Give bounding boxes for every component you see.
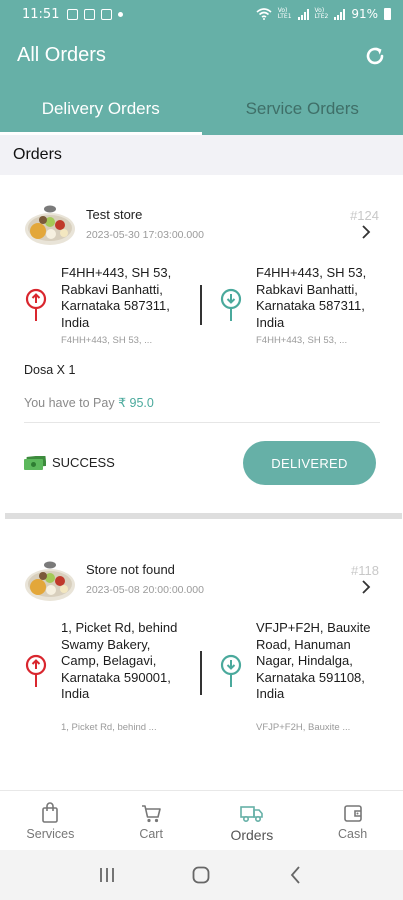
status-text: SUCCESS — [52, 455, 115, 470]
bottom-nav: Services Cart Orders Cash — [0, 790, 403, 850]
order-id: #124 — [350, 208, 379, 223]
drop-pin-icon — [220, 288, 242, 321]
nav-services-label: Services — [26, 827, 75, 841]
section-header: Orders — [0, 135, 403, 175]
nav-cash-label: Cash — [338, 827, 368, 841]
gallery-icon — [67, 8, 79, 20]
divider — [24, 422, 380, 423]
nav-services[interactable]: Services — [0, 791, 101, 850]
order-card[interactable]: Store not found 2023-05-08 20:00:00.000 … — [0, 527, 403, 790]
order-card[interactable]: Test store 2023-05-30 17:03:00.000 #124 … — [0, 175, 403, 513]
notification-dot-icon — [118, 11, 124, 17]
store-food-image-icon — [25, 561, 75, 601]
cart-icon — [142, 805, 161, 823]
signal1-icon — [297, 8, 309, 20]
drop-address-sub: VFJP+F2H, Bauxite ... — [256, 722, 351, 733]
system-nav-bar — [0, 850, 403, 900]
store-name: Test store — [86, 207, 143, 222]
lte1-icon: Vo) LTE1 — [277, 7, 292, 20]
home-icon[interactable] — [190, 864, 212, 886]
shopping-bag-icon — [42, 802, 59, 823]
drop-address-sub: F4HH+443, SH 53, ... — [256, 335, 348, 346]
chevron-right-icon[interactable] — [359, 225, 373, 239]
chevron-right-icon[interactable] — [359, 580, 373, 594]
nav-cart[interactable]: Cart — [101, 791, 202, 850]
drop-address: F4HH+443, SH 53, Rabkavi Banhatti, Karna… — [256, 265, 367, 330]
nav-cart-label: Cart — [139, 827, 163, 841]
store-name: Store not found — [86, 562, 175, 577]
order-tabs: Delivery Orders Service Orders — [0, 88, 403, 135]
mail-icon — [84, 8, 96, 20]
status-time: 11:51 — [22, 6, 60, 22]
pickup-address-sub: F4HH+443, SH 53, ... — [61, 335, 153, 346]
pickup-address: F4HH+443, SH 53, Rabkavi Banhatti, Karna… — [61, 265, 172, 330]
payment-line: You have to Pay ₹ 95.0 — [24, 395, 154, 410]
card-separator — [5, 513, 402, 519]
app-bar: All Orders Delivery Orders Service Order… — [0, 28, 403, 135]
lte2-icon: Vo) LTE2 — [314, 7, 329, 20]
message-icon — [101, 8, 113, 20]
nav-cash[interactable]: Cash — [302, 791, 403, 850]
wifi-icon — [256, 8, 272, 20]
truck-icon — [240, 806, 263, 823]
orders-list[interactable]: Test store 2023-05-30 17:03:00.000 #124 … — [0, 175, 403, 790]
tab-service-orders[interactable]: Service Orders — [202, 88, 403, 135]
refresh-icon[interactable] — [363, 44, 387, 68]
page-title: All Orders — [17, 44, 106, 66]
back-icon[interactable] — [285, 864, 307, 886]
pay-label: You have to Pay — [24, 396, 115, 410]
recent-apps-icon[interactable] — [96, 864, 118, 886]
section-title: Orders — [13, 146, 62, 163]
pickup-pin-icon — [25, 288, 47, 321]
order-time: 2023-05-08 20:00:00.000 — [86, 584, 204, 596]
order-id: #118 — [351, 563, 379, 578]
order-items: Dosa X 1 — [24, 363, 76, 377]
pickup-address-sub: 1, Picket Rd, behind ... — [61, 722, 157, 733]
tab-delivery-orders[interactable]: Delivery Orders — [0, 88, 202, 135]
delivered-button[interactable]: DELIVERED — [243, 441, 376, 485]
store-food-image-icon — [25, 205, 75, 245]
signal2-icon — [334, 8, 346, 20]
pay-amount: ₹ 95.0 — [118, 396, 154, 410]
battery-percent: 91% — [351, 7, 378, 21]
status-bar: 11:51 Vo) LTE1 Vo) LTE2 91% — [0, 0, 403, 28]
cash-icon — [24, 455, 46, 470]
pickup-address: 1, Picket Rd, behind Swamy Bakery, Camp,… — [61, 620, 178, 701]
battery-icon — [384, 8, 391, 20]
nav-orders-label: Orders — [230, 827, 274, 843]
order-time: 2023-05-30 17:03:00.000 — [86, 229, 204, 241]
payment-status: SUCCESS — [24, 455, 115, 470]
address-divider — [200, 285, 202, 325]
drop-address: VFJP+F2H, Bauxite Road, Hanuman Nagar, H… — [256, 620, 371, 701]
nav-orders[interactable]: Orders — [202, 791, 303, 850]
address-divider — [200, 651, 202, 695]
drop-pin-icon — [220, 654, 242, 687]
pickup-pin-icon — [25, 654, 47, 687]
wallet-icon — [343, 805, 362, 822]
